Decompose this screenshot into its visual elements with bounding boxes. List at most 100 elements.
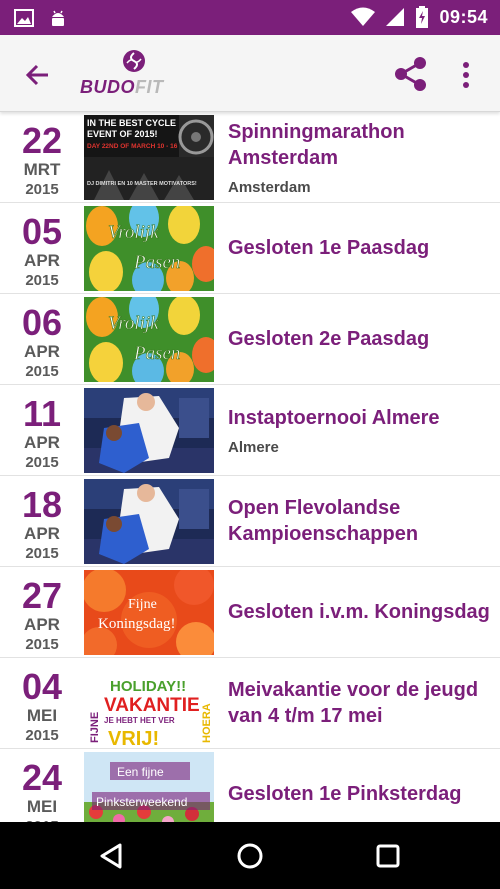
system-navigation-bar [0,822,500,889]
event-info: Gesloten 1e Pinksterdag [228,749,496,822]
event-list-item[interactable]: 06 APR 2015 Vrolijk Pasen Gesloten 2e Pa… [0,294,500,385]
share-button[interactable] [392,55,430,93]
thumb-text: Pinksterweekend [96,795,187,809]
status-time: 09:54 [439,6,488,27]
event-title: Meivakantie voor de jeugd van 4 t/m 17 m… [228,679,479,727]
event-list-item[interactable]: 22 MRT 2015 IN THE BEST CYCLE EVENT OF 2… [0,112,500,203]
event-thumbnail: HOLIDAY!! VAKANTIE JE HEBT HET VER VRIJ!… [84,661,214,746]
event-thumbnail [84,479,214,564]
thumb-text: HOERA [201,703,213,743]
event-thumbnail: Vrolijk Pasen [84,206,214,291]
event-day: 22 [21,120,63,161]
event-title: Spinningmarathon Amsterdam [228,120,405,169]
event-year: 2015 [25,454,59,471]
status-bar: 09:54 [0,0,500,35]
arrow-left-icon [25,64,48,86]
event-month: MEI [26,706,58,725]
event-month: APR [24,433,60,452]
event-list-item[interactable]: 04 MEI 2015 HOLIDAY!! VAKANTIE JE HEBT H… [0,658,500,749]
nav-recents-icon [376,844,400,868]
thumb-text: HOLIDAY!! [110,678,186,695]
event-date: 24 MEI 2015 [0,749,84,822]
event-list[interactable]: 22 MRT 2015 IN THE BEST CYCLE EVENT OF 2… [0,112,500,822]
logo-text-budo: BUDO [80,77,135,97]
event-month: MEI [26,797,58,816]
event-day: 11 [22,393,62,434]
budofit-logo-mark-icon [123,50,145,72]
event-info: Open Flevolandse Kampioenschappen [228,476,496,566]
event-date: 18 APR 2015 [0,476,84,566]
budofit-logo: BUDOFIT [80,49,195,99]
thumb-text: IN THE BEST CYCLE [87,118,176,128]
event-list-item[interactable]: 24 MEI 2015 Een fijne Pinksterweekend Ge… [0,749,500,822]
battery-charging-icon [416,6,429,28]
event-date: 05 APR 2015 [0,203,84,293]
event-month: MRT [23,160,61,179]
event-year: 2015 [25,727,59,744]
thumb-text: Koningsdag! [98,616,176,632]
event-date: 27 APR 2015 [0,567,84,657]
event-thumbnail: Fijne Koningsdag! [84,570,214,655]
event-info: Gesloten 2e Paasdag [228,294,496,384]
thumb-text: JE HEBT HET VER [104,716,175,725]
android-notification-icon [52,10,64,26]
thumb-text: EVENT OF 2015! [87,129,158,139]
back-button[interactable] [20,57,56,93]
event-month: APR [24,615,60,634]
event-day: 05 [21,211,63,252]
event-year: 2015 [25,636,59,653]
event-title: Gesloten 2e Paasdag [228,328,430,350]
event-year: 2015 [25,545,59,562]
event-location: Almere [228,438,279,456]
event-list-item[interactable]: 18 APR 2015 Open Flevolandse Kampioensch… [0,476,500,567]
thumb-text: Pasen [133,252,180,273]
event-info: Instaptoernooi Almere Almere [228,385,496,475]
nav-back-button[interactable] [96,840,128,872]
thumb-text: DJ DIMITRI EN 10 MASTER MOTIVATORS! [87,181,197,187]
thumb-text: Pasen [133,343,180,364]
wifi-icon [351,7,376,26]
event-title: Gesloten 1e Pinksterdag [228,783,462,805]
nav-recents-button[interactable] [372,840,404,872]
event-month: APR [24,251,60,270]
thumb-text: Een fijne [117,765,164,779]
logo-text-fit: FIT [135,77,164,97]
event-info: Gesloten 1e Paasdag [228,203,496,293]
nav-home-button[interactable] [234,840,266,872]
overflow-menu-button[interactable] [452,59,480,91]
event-date: 22 MRT 2015 [0,112,84,202]
event-info: Gesloten i.v.m. Koningsdag [228,567,496,657]
event-title: Gesloten i.v.m. Koningsdag [228,601,490,623]
event-date: 04 MEI 2015 [0,658,84,748]
image-notification-icon [14,9,34,27]
event-info: Spinningmarathon Amsterdam Amsterdam [228,112,496,202]
event-year: 2015 [25,181,59,198]
thumb-text: Vrolijk [108,313,159,334]
event-thumbnail: Een fijne Pinksterweekend [84,752,214,822]
event-day: 24 [21,757,63,798]
event-day: 27 [21,575,63,616]
event-date: 06 APR 2015 [0,294,84,384]
signal-icon [386,8,405,26]
logo-wordmark: BUDOFIT [80,77,164,98]
nav-back-icon [100,843,122,869]
event-title: Instaptoernooi Almere [228,406,440,429]
event-date: 11 APR 2015 [0,385,84,475]
event-list-item[interactable]: 05 APR 2015 Vrolijk Pasen Gesloten 1e Pa… [0,203,500,294]
event-title: Open Flevolandse Kampioenschappen [228,497,419,545]
event-day: 04 [21,666,63,707]
app-toolbar: BUDOFIT [0,35,500,112]
thumb-text: VAKANTIE [104,695,200,716]
event-list-item[interactable]: 27 APR 2015 Fijne Koningsdag! Gesloten i… [0,567,500,658]
event-year: 2015 [25,363,59,380]
event-thumbnail: Vrolijk Pasen [84,297,214,382]
thumb-text: Vrolijk [108,222,159,243]
event-list-item[interactable]: 11 APR 2015 Instaptoernooi Almere Almere [0,385,500,476]
thumb-text: Fijne [128,597,157,612]
event-month: APR [24,342,60,361]
event-info: Meivakantie voor de jeugd van 4 t/m 17 m… [228,658,496,748]
thumb-text: VRIJ! [108,728,159,746]
event-title: Gesloten 1e Paasdag [228,237,430,259]
event-year: 2015 [25,272,59,289]
more-vertical-icon [463,62,469,88]
